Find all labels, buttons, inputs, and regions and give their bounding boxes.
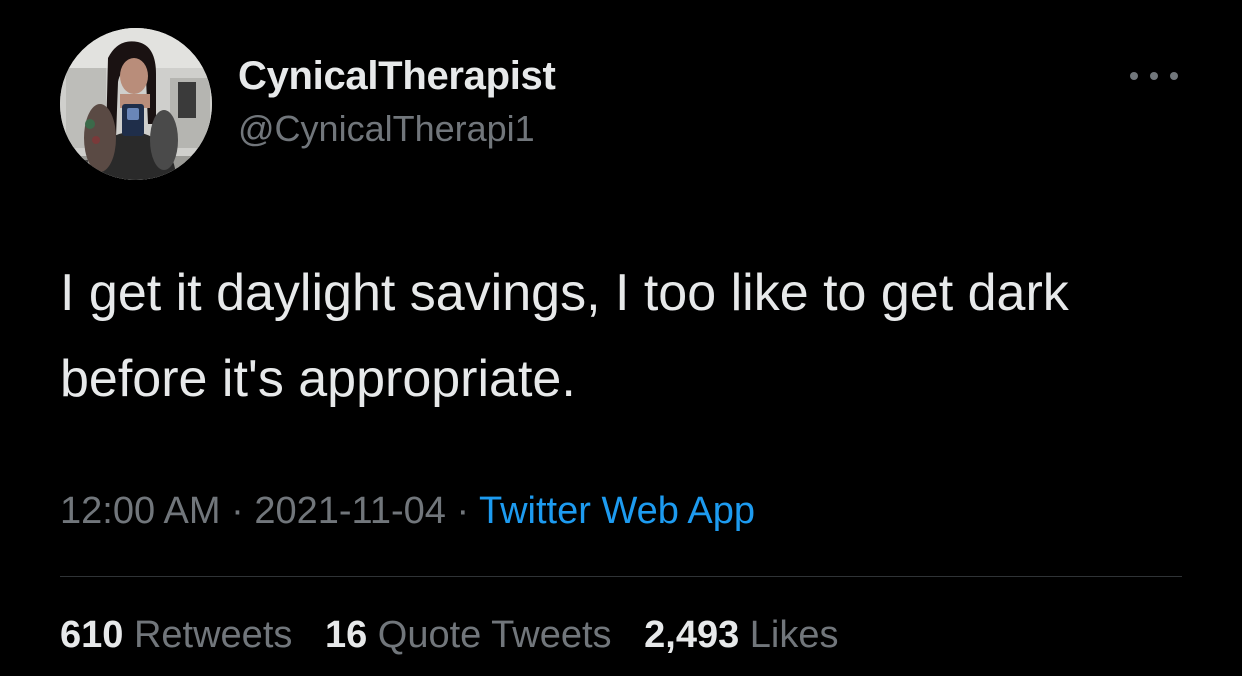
tweet-stats: 610 Retweets 16 Quote Tweets 2,493 Likes (60, 614, 861, 657)
tweet-date[interactable]: 2021-11-04 (254, 490, 446, 532)
tweet-time[interactable]: 12:00 AM (60, 490, 221, 532)
retweets-stat[interactable]: 610 Retweets (60, 614, 292, 657)
retweets-count: 610 (60, 614, 124, 656)
likes-count: 2,493 (644, 614, 740, 656)
more-dot (1150, 72, 1158, 80)
meta-separator: · (231, 490, 244, 532)
quote-tweets-stat[interactable]: 16 Quote Tweets (325, 614, 612, 657)
tweet-text: I get it daylight savings, I too like to… (60, 264, 1069, 408)
tweet-metadata: 12:00 AM · 2021-11-04 · Twitter Web App (60, 490, 755, 533)
likes-stat[interactable]: 2,493 Likes (644, 614, 838, 657)
more-options-icon[interactable] (1130, 62, 1178, 90)
more-dot (1170, 72, 1178, 80)
likes-label: Likes (749, 614, 839, 656)
quote-tweets-count: 16 (324, 614, 368, 656)
author-handle[interactable]: @CynicalTherapi1 (238, 108, 535, 150)
tweet-source-link[interactable]: Twitter Web App (479, 490, 755, 532)
meta-separator: · (456, 490, 470, 532)
retweets-label: Retweets (133, 614, 293, 656)
avatar[interactable] (60, 28, 212, 180)
profile-photo-icon (60, 28, 212, 180)
more-dot (1130, 72, 1138, 80)
quote-tweets-label: Quote Tweets (377, 614, 612, 656)
author-display-name[interactable]: CynicalTherapist (238, 54, 556, 99)
divider (60, 576, 1182, 577)
